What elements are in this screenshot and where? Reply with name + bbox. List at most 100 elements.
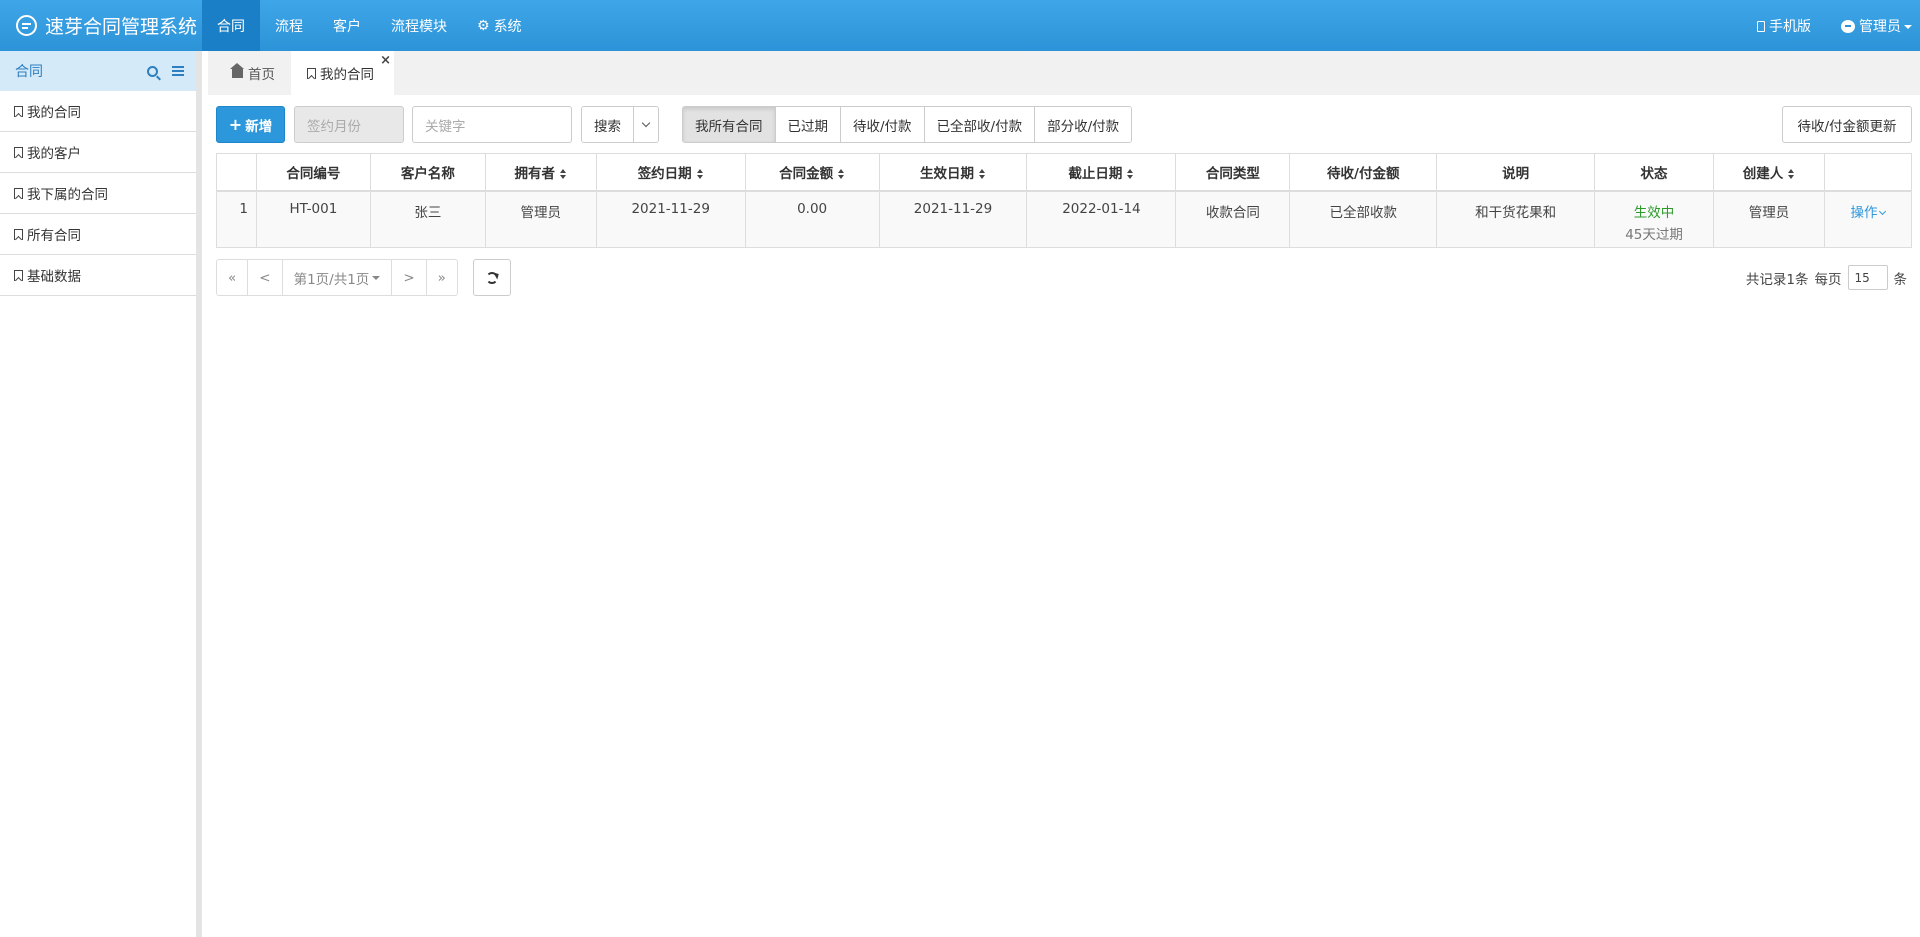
- top-right: 手机版 管理员: [1757, 0, 1920, 51]
- sign-month-input[interactable]: 签约月份: [294, 106, 404, 143]
- placeholder: 关键字: [425, 118, 466, 135]
- page-size-input[interactable]: 15: [1847, 265, 1888, 290]
- col-number[interactable]: 合同编号: [255, 153, 371, 192]
- nav-system[interactable]: ⚙ 系统: [462, 0, 537, 51]
- search-label: 搜索: [594, 118, 621, 135]
- total-records: 共记录1条: [1745, 271, 1809, 288]
- col-sign-date[interactable]: 签约日期: [595, 153, 746, 192]
- header-label: 客户名称: [400, 165, 455, 182]
- mobile-label: 手机版: [1769, 18, 1811, 35]
- tab-bar: 首页 我的合同 ×: [208, 51, 1920, 95]
- keyword-input[interactable]: 关键字: [412, 106, 572, 143]
- search-dropdown-button[interactable]: [634, 107, 658, 142]
- search-icon[interactable]: [147, 65, 158, 77]
- sidebar-item-base-data[interactable]: 基础数据: [0, 255, 196, 296]
- per-page-label: 每页: [1814, 271, 1842, 288]
- update-amount-button[interactable]: 待收/付金额更新: [1782, 106, 1912, 143]
- sidebar-item-all-contracts[interactable]: 所有合同: [0, 214, 196, 255]
- sort-icon: [696, 168, 704, 179]
- table-row[interactable]: 1 HT-001 张三 管理员 2021-11-29 0.00 2021-11-…: [216, 190, 1913, 248]
- add-label: 新增: [245, 118, 273, 135]
- search-button[interactable]: 搜索: [582, 107, 634, 142]
- chat-bubble-icon: [16, 15, 37, 36]
- tab-my-contracts[interactable]: 我的合同 ×: [291, 51, 394, 95]
- bookmark-icon: [14, 228, 23, 240]
- filter-pending[interactable]: 待收/付款: [841, 107, 925, 142]
- bookmark-icon: [14, 269, 23, 281]
- col-amount[interactable]: 合同金额: [744, 153, 880, 192]
- sort-icon: [1127, 168, 1134, 179]
- nav-process[interactable]: 流程: [260, 0, 318, 51]
- bookmark-icon: [14, 187, 23, 199]
- cell-owner: 管理员: [484, 190, 597, 248]
- col-end-date[interactable]: 截止日期: [1026, 153, 1177, 192]
- sidebar-item-label: 我下属的合同: [27, 187, 108, 203]
- caret-down-icon: [1904, 24, 1912, 29]
- sidebar-item-label: 我的合同: [27, 105, 81, 121]
- sidebar: 合同 我的合同 我的客户 我下属的合同 所有合同 基础数据: [0, 51, 202, 937]
- refresh-button[interactable]: [473, 259, 511, 296]
- col-creator[interactable]: 创建人: [1713, 153, 1825, 192]
- col-effective-date[interactable]: 生效日期: [878, 153, 1028, 192]
- header-label: 生效日期: [920, 165, 975, 182]
- prev-page-button[interactable]: <: [248, 260, 283, 295]
- sidebar-tools: [147, 65, 184, 77]
- nav-label: 流程: [275, 18, 303, 35]
- header-label: 状态: [1640, 165, 1668, 182]
- col-index: [216, 153, 257, 192]
- brand[interactable]: 速芽合同管理系统: [0, 0, 202, 51]
- add-button[interactable]: + 新增: [216, 106, 285, 143]
- sidebar-item-my-contracts[interactable]: 我的合同: [0, 91, 196, 132]
- caret-down-icon: [372, 275, 381, 280]
- col-note[interactable]: 说明: [1436, 153, 1596, 192]
- filter-partially-paid[interactable]: 部分收/付款: [1035, 107, 1132, 142]
- top-nav: 合同 流程 客户 流程模块 ⚙ 系统: [202, 0, 537, 51]
- tab-home[interactable]: 首页: [216, 51, 291, 95]
- sidebar-item-my-customers[interactable]: 我的客户: [0, 132, 196, 173]
- refresh-icon: [486, 271, 498, 284]
- col-customer[interactable]: 客户名称: [369, 153, 486, 192]
- col-action: [1823, 153, 1913, 192]
- user-menu[interactable]: 管理员: [1841, 16, 1912, 36]
- filter-expired[interactable]: 已过期: [775, 107, 841, 142]
- header-label: 待收/付金额: [1327, 165, 1400, 182]
- cell-customer: 张三: [369, 190, 486, 248]
- filter-label: 已过期: [787, 118, 829, 135]
- last-page-button[interactable]: »: [427, 260, 457, 295]
- col-status[interactable]: 状态: [1594, 153, 1715, 192]
- mobile-link[interactable]: 手机版: [1757, 16, 1811, 36]
- cell-type: 收款合同: [1175, 190, 1291, 248]
- sidebar-item-label: 所有合同: [27, 228, 81, 244]
- first-page-button[interactable]: «: [217, 260, 249, 295]
- tab-label: 首页: [248, 67, 275, 83]
- col-pending[interactable]: 待收/付金额: [1289, 153, 1438, 192]
- nav-label: 合同: [217, 18, 245, 35]
- sidebar-item-subordinate-contracts[interactable]: 我下属的合同: [0, 173, 196, 214]
- sidebar-item-label: 基础数据: [27, 269, 81, 285]
- filter-fully-paid[interactable]: 已全部收/付款: [924, 107, 1036, 142]
- top-navbar: 速芽合同管理系统 合同 流程 客户 流程模块 ⚙ 系统 手机版 管理员: [0, 0, 1920, 51]
- filter-all-mine[interactable]: 我所有合同: [683, 107, 776, 142]
- nav-process-module[interactable]: 流程模块: [376, 0, 462, 51]
- nav-label: 流程模块: [391, 18, 447, 35]
- col-type[interactable]: 合同类型: [1175, 153, 1291, 192]
- header-label: 合同金额: [779, 165, 834, 182]
- message-icon: [1841, 19, 1855, 33]
- menu-icon[interactable]: [172, 66, 184, 76]
- close-icon[interactable]: ×: [380, 53, 391, 68]
- nav-label: 系统: [493, 18, 522, 35]
- col-owner[interactable]: 拥有者: [484, 153, 597, 192]
- header-label: 说明: [1502, 165, 1530, 182]
- action-menu-button[interactable]: 操作: [1850, 205, 1887, 221]
- header-label: 截止日期: [1068, 165, 1123, 182]
- filter-label: 已全部收/付款: [936, 118, 1023, 135]
- sort-icon: [979, 168, 986, 179]
- page-select[interactable]: 第1页/共1页: [283, 260, 393, 295]
- nav-customer[interactable]: 客户: [318, 0, 376, 51]
- contracts-table: 合同编号 客户名称 拥有者 签约日期 合同金额 生效日期 截止日期 合同类型 待…: [216, 153, 1913, 248]
- page-label: 第1页/共1页: [293, 271, 370, 288]
- header-label: 合同类型: [1205, 165, 1260, 182]
- next-page-button[interactable]: >: [392, 260, 427, 295]
- gear-icon: ⚙: [477, 17, 490, 34]
- nav-contract[interactable]: 合同: [202, 0, 260, 51]
